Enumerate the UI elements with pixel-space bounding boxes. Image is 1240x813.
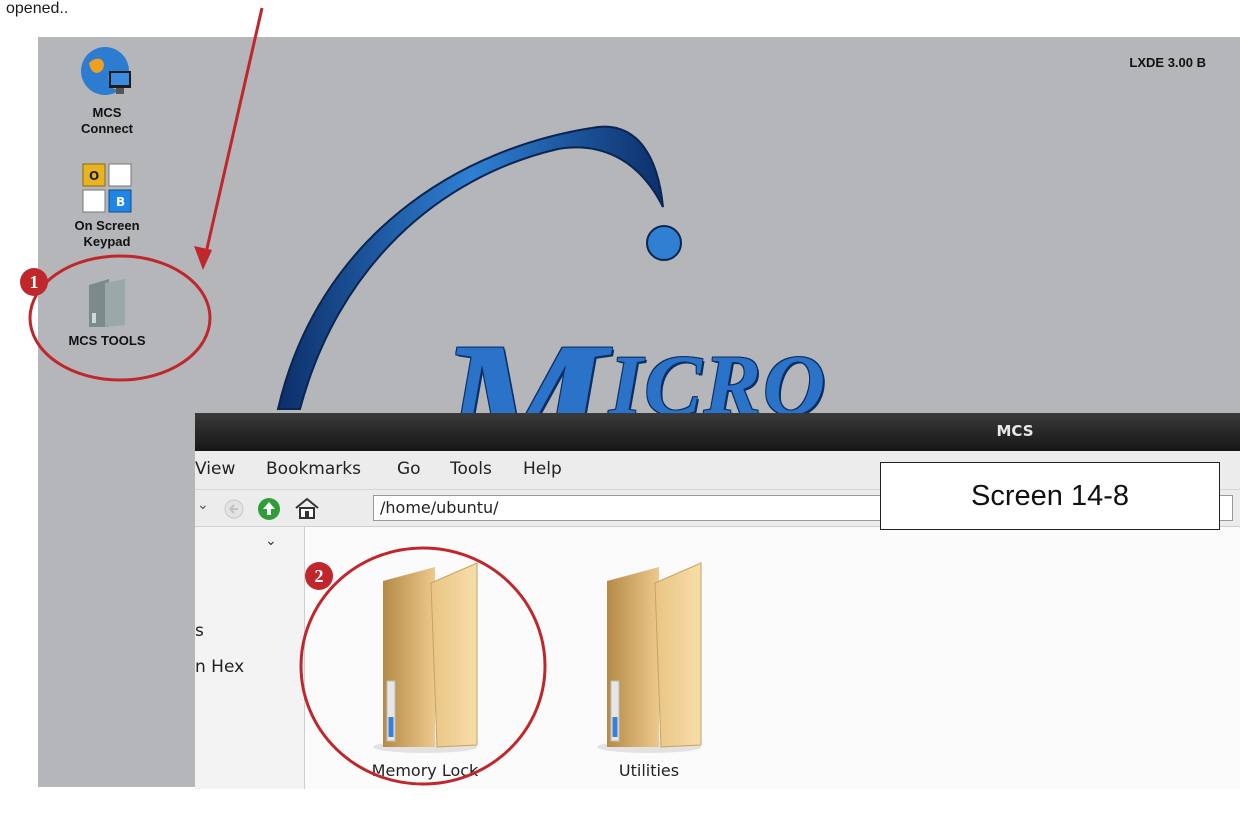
keypad-key-o: O [89,169,99,183]
tools-folder-icon [89,279,125,327]
step-badge-2: 2 [305,562,333,590]
keypad-key-b: B [116,195,125,209]
mcs-tools-desktop-icon[interactable]: MCS TOOLS [57,277,157,349]
chevron-down-icon[interactable]: ⌄ [197,497,209,513]
side-pane-item[interactable]: s [195,621,204,641]
window-title: MCS [996,422,1034,440]
side-pane-item[interactable]: n Hex [195,657,244,677]
caption-text: opened.. [6,0,69,17]
home-icon[interactable] [293,496,321,520]
chevron-down-icon[interactable]: ⌄ [265,533,277,549]
folder-label: Utilities [618,761,680,780]
menu-view[interactable]: View [195,459,235,479]
menu-go[interactable]: Go [397,459,421,479]
version-label: LXDE 3.00 B [1129,55,1206,70]
icon-label-line1: MCS TOOLS [68,333,146,348]
screen-callout-box: Screen 14-8 [880,462,1220,530]
folder-icon [597,562,702,753]
up-arrow-icon[interactable] [257,497,281,521]
on-screen-keypad-desktop-icon[interactable]: O B On Screen Keypad [57,162,157,250]
mcs-connect-desktop-icon[interactable]: MCS Connect [57,45,157,137]
menu-help[interactable]: Help [523,459,562,479]
folder-memory-lock[interactable]: Memory Lock [345,561,505,780]
folder-utilities[interactable]: Utilities [569,561,729,780]
globe-monitor-icon [81,47,131,95]
step-badge-1: 1 [20,268,48,296]
icon-label-line2: Keypad [83,234,131,249]
folder-label: Memory Lock [371,761,479,780]
icon-label-line1: MCS [92,105,122,120]
icon-label-line1: On Screen [74,218,140,233]
keypad-icon: O B [82,163,132,213]
side-pane: ⌄ s n Hex [195,527,305,789]
icon-label-line2: Connect [81,121,133,136]
window-titlebar[interactable]: MCS [195,413,1240,451]
back-icon[interactable] [223,498,245,520]
folder-icon [373,562,478,753]
menu-tools[interactable]: Tools [450,459,492,479]
menu-bookmarks[interactable]: Bookmarks [266,459,361,479]
